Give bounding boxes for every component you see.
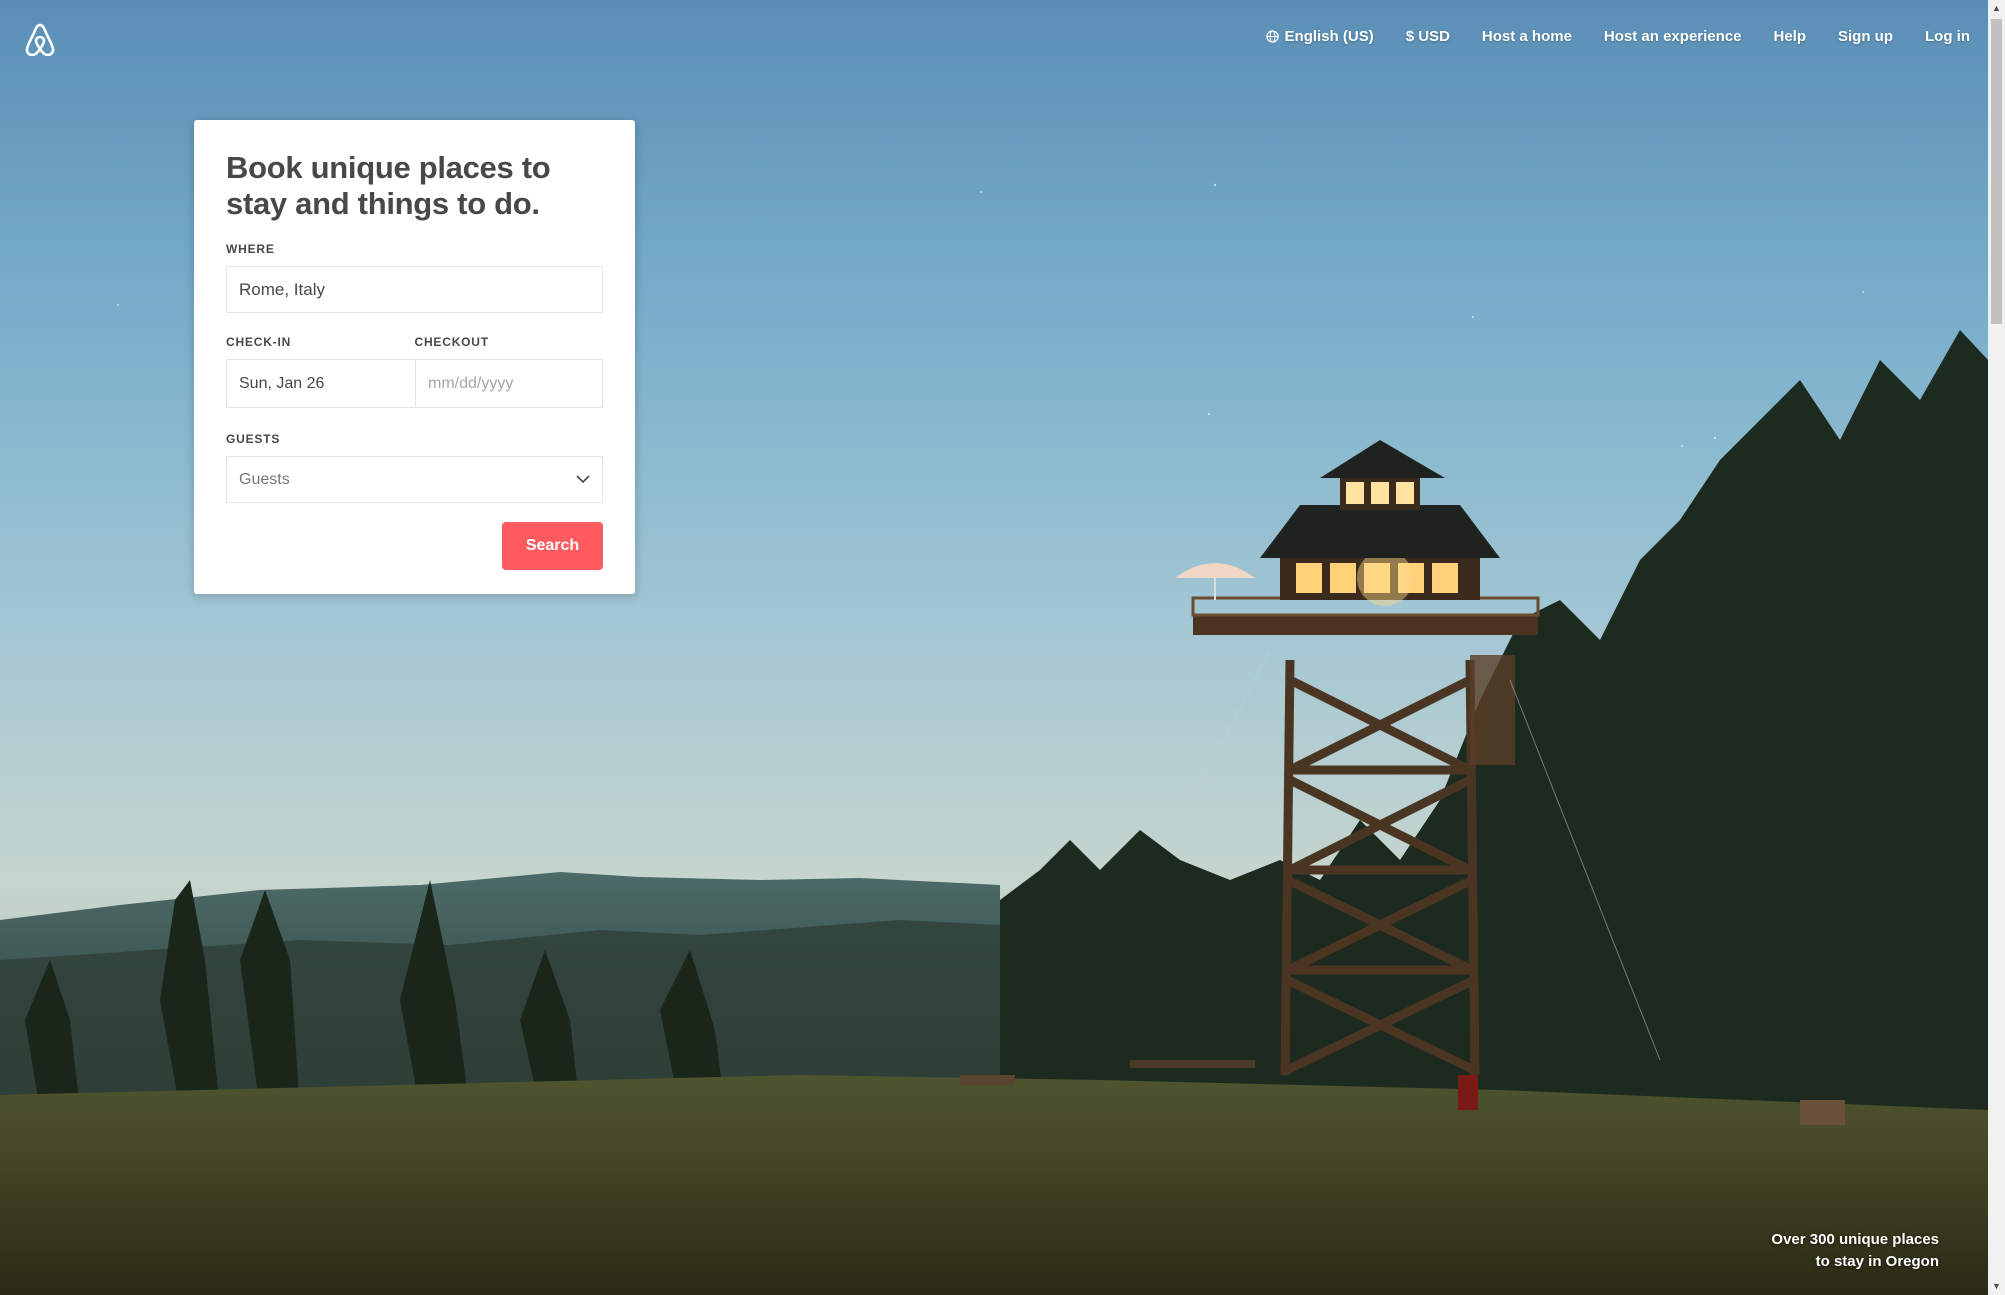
airbnb-belo-icon xyxy=(25,23,55,57)
chevron-down-icon xyxy=(576,475,590,484)
date-range-picker: Sun, Jan 26 mm/dd/yyyy xyxy=(226,359,603,408)
checkin-label: CHECK-IN xyxy=(226,335,292,349)
page-scrollbar[interactable]: ▲ ▼ xyxy=(1988,0,2005,1295)
checkout-input[interactable]: mm/dd/yyyy xyxy=(415,360,602,407)
hero-caption: Over 300 unique places to stay in Oregon xyxy=(1771,1229,1939,1273)
search-button[interactable]: Search xyxy=(502,522,603,570)
where-label: WHERE xyxy=(226,242,275,256)
currency-selector[interactable]: $ USD xyxy=(1406,28,1450,45)
hero-caption-line1: Over 300 unique places xyxy=(1771,1231,1939,1248)
hero-caption-line2: to stay in Oregon xyxy=(1815,1253,1939,1270)
checkout-label: CHECKOUT xyxy=(414,335,489,349)
search-card: Book unique places to stay and things to… xyxy=(194,120,635,594)
scroll-up-arrow-icon[interactable]: ▲ xyxy=(1988,0,2005,17)
dates-labels: CHECK-IN CHECKOUT xyxy=(226,335,603,349)
where-value: Rome, Italy xyxy=(239,279,325,299)
top-nav: English (US) $ USD Host a home Host an e… xyxy=(1234,28,1970,45)
language-selector[interactable]: English (US) xyxy=(1265,28,1374,45)
checkin-input[interactable]: Sun, Jan 26 xyxy=(227,360,415,407)
airbnb-logo-icon[interactable] xyxy=(24,22,58,58)
login-link[interactable]: Log in xyxy=(1925,28,1970,45)
globe-icon xyxy=(1265,30,1279,43)
checkout-placeholder: mm/dd/yyyy xyxy=(428,374,514,392)
scroll-down-arrow-icon[interactable]: ▼ xyxy=(1988,1278,2005,1295)
guests-label: GUESTS xyxy=(226,432,281,446)
where-input[interactable]: Rome, Italy xyxy=(226,266,603,313)
language-label: English (US) xyxy=(1284,28,1374,45)
guests-value: Guests xyxy=(239,470,290,488)
guests-select[interactable]: Guests xyxy=(226,456,603,503)
scrollbar-thumb[interactable] xyxy=(1991,19,2002,324)
checkin-value: Sun, Jan 26 xyxy=(239,374,325,392)
search-heading: Book unique places to stay and things to… xyxy=(226,150,551,221)
signup-link[interactable]: Sign up xyxy=(1838,28,1893,45)
host-experience-link[interactable]: Host an experience xyxy=(1604,28,1742,45)
help-link[interactable]: Help xyxy=(1773,28,1806,45)
host-home-link[interactable]: Host a home xyxy=(1482,28,1572,45)
